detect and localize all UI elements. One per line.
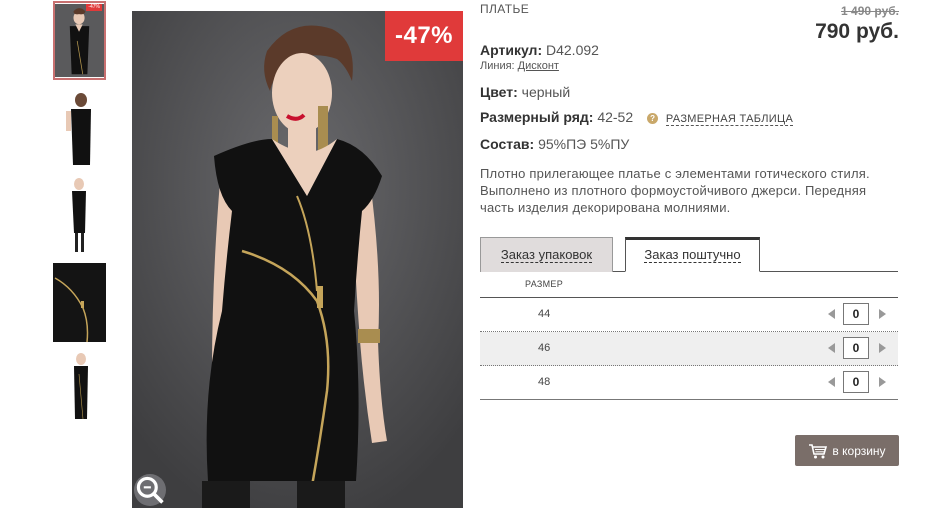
color-value: черный bbox=[521, 84, 571, 100]
thumbnail-discount-badge: -47% bbox=[86, 4, 102, 11]
thumbnail-front-image bbox=[55, 3, 104, 78]
discount-badge: -47% bbox=[385, 11, 463, 61]
thumbnail-side-view[interactable] bbox=[53, 175, 106, 254]
line-link[interactable]: Дисконт bbox=[518, 60, 559, 72]
line-row: Линия: Дисконт bbox=[480, 60, 559, 72]
size-range-row: Размерный ряд: 42-52 ? РАЗМЕРНАЯ ТАБЛИЦА bbox=[480, 109, 794, 126]
size-chart-link[interactable]: РАЗМЕРНАЯ ТАБЛИЦА bbox=[665, 113, 794, 126]
article-label: Артикул: bbox=[480, 42, 543, 58]
size-value: 48 bbox=[538, 376, 551, 388]
order-tabs: Заказ упаковок Заказ поштучно bbox=[480, 237, 898, 272]
cart-icon bbox=[809, 443, 828, 458]
tab-pack-order-label: Заказ упаковок bbox=[500, 246, 593, 263]
size-column-header: РАЗМЕР bbox=[480, 272, 898, 298]
current-price: 790 руб. bbox=[815, 20, 899, 43]
size-value: 46 bbox=[538, 342, 551, 354]
composition-value: 95%ПЭ 5%ПУ bbox=[538, 136, 630, 152]
thumbnail-back-image bbox=[53, 89, 106, 168]
thumbnail-side-image bbox=[53, 175, 106, 254]
thumbnail-front-view[interactable]: -47% bbox=[53, 1, 106, 80]
table-row: 46 bbox=[480, 332, 898, 366]
article-value: D42.092 bbox=[546, 42, 599, 58]
quantity-stepper bbox=[828, 370, 888, 394]
color-row: Цвет: черный bbox=[480, 84, 570, 100]
quantity-stepper bbox=[828, 302, 888, 326]
composition-row: Состав: 95%ПЭ 5%ПУ bbox=[480, 136, 629, 152]
quantity-input[interactable] bbox=[843, 337, 869, 359]
tab-pack-order[interactable]: Заказ упаковок bbox=[480, 237, 613, 272]
magnifier-icon bbox=[136, 476, 164, 504]
color-label: Цвет: bbox=[480, 84, 518, 100]
main-product-image[interactable]: -47% bbox=[132, 11, 463, 508]
decrease-arrow-icon[interactable] bbox=[828, 309, 835, 319]
increase-arrow-icon[interactable] bbox=[879, 343, 886, 353]
quantity-input[interactable] bbox=[843, 371, 869, 393]
composition-label: Состав: bbox=[480, 136, 535, 152]
size-value: 44 bbox=[538, 308, 551, 320]
table-row: 48 bbox=[480, 366, 898, 400]
tab-single-order[interactable]: Заказ поштучно bbox=[625, 237, 760, 272]
increase-arrow-icon[interactable] bbox=[879, 377, 886, 387]
decrease-arrow-icon[interactable] bbox=[828, 343, 835, 353]
article-row: Артикул: D42.092 bbox=[480, 42, 599, 58]
size-range-label: Размерный ряд: bbox=[480, 109, 594, 125]
question-icon: ? bbox=[647, 113, 659, 124]
old-price: 1 490 руб. bbox=[841, 4, 899, 18]
size-table: РАЗМЕР 44 46 48 bbox=[480, 272, 898, 400]
thumbnail-zipper-image bbox=[53, 263, 106, 342]
model-photo bbox=[132, 11, 463, 508]
thumbnail-full-length-image bbox=[53, 349, 106, 428]
thumbnail-zipper-detail[interactable] bbox=[53, 263, 106, 342]
zoom-button[interactable] bbox=[134, 474, 166, 506]
decrease-arrow-icon[interactable] bbox=[828, 377, 835, 387]
line-label: Линия: bbox=[480, 60, 515, 72]
add-to-cart-label: в корзину bbox=[832, 443, 886, 458]
thumbnail-full-length[interactable] bbox=[53, 349, 106, 428]
table-row: 44 bbox=[480, 298, 898, 332]
thumbnail-back-view[interactable] bbox=[53, 89, 106, 168]
product-description: Плотно прилегающее платье с элементами г… bbox=[480, 166, 870, 215]
quantity-stepper bbox=[828, 336, 888, 360]
add-to-cart-button[interactable]: в корзину bbox=[795, 435, 899, 466]
size-range-value: 42-52 bbox=[597, 109, 634, 125]
increase-arrow-icon[interactable] bbox=[879, 309, 886, 319]
quantity-input[interactable] bbox=[843, 303, 869, 325]
product-type: ПЛАТЬЕ bbox=[480, 2, 530, 16]
tab-single-order-label: Заказ поштучно bbox=[644, 247, 741, 263]
